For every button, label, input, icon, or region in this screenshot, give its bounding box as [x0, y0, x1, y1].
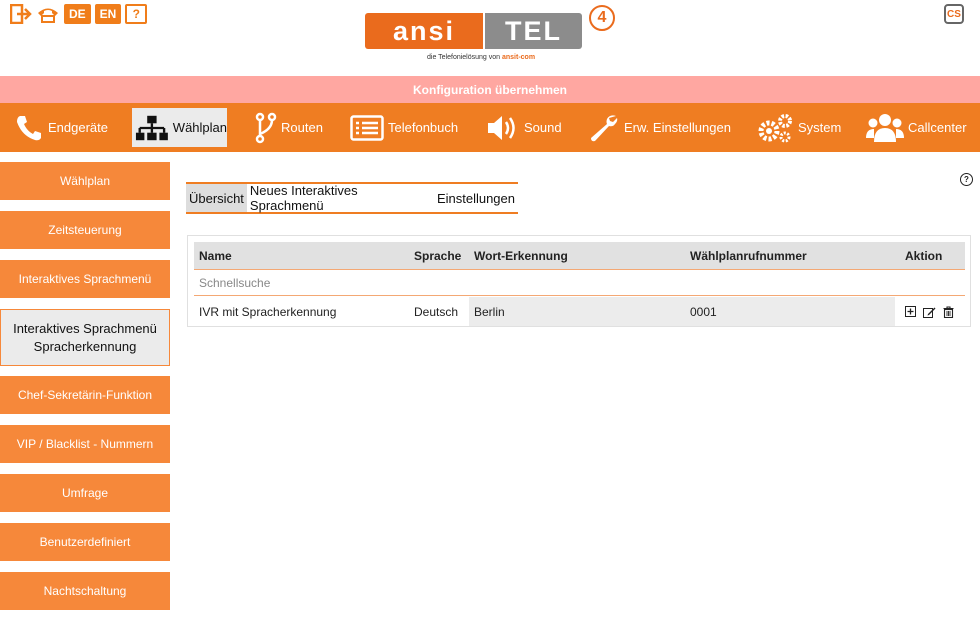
main-navbar: Endgeräte Wählplan Routen Telefonbuch So… [0, 103, 980, 152]
lang-en-label: EN [99, 7, 117, 21]
nav-item-label: Erw. Einstellungen [624, 120, 731, 135]
sidebar-item-nachtschaltung[interactable]: Nachtschaltung [0, 572, 170, 610]
nav-item-telefonbuch[interactable]: Telefonbuch [350, 108, 458, 147]
flag-en-icon[interactable]: EN [94, 4, 122, 24]
logo-tagline: die Telefonielösung von ansit-com [427, 54, 535, 61]
sidebar-item-label: Interaktives Sprachmenü [18, 272, 152, 286]
phone-hangup-icon[interactable] [36, 4, 60, 24]
logo-version: 4 [589, 5, 615, 31]
cs-icon[interactable]: CS [944, 4, 964, 24]
content-tabs: Übersicht Neues Interaktives Sprachmenü … [186, 182, 518, 214]
column-header-name[interactable]: Name [199, 242, 232, 269]
phone-icon [17, 115, 41, 140]
sidebar-item-label: VIP / Blacklist - Nummern [16, 437, 154, 451]
cell-sprache: Deutsch [414, 304, 459, 319]
lang-de-label: DE [69, 7, 86, 21]
gears-icon [758, 113, 792, 142]
quick-search-input[interactable]: Schnellsuche [194, 276, 270, 290]
table-header: Name Sprache Wort-Erkennung Wählplanrufn… [194, 242, 965, 270]
tab-label: Übersicht [189, 190, 244, 206]
nav-item-routen[interactable]: Routen [255, 108, 323, 147]
nav-item-label: Routen [281, 120, 323, 135]
column-header-waehlplanrufnummer[interactable]: Wählplanrufnummer [690, 242, 807, 269]
nav-item-label: Telefonbuch [388, 120, 459, 135]
ansitel-logo: ansi TEL 4 die Telefonielösung von ansit… [365, 5, 620, 70]
sidebar-item-label: Chef-Sekretärin-Funktion [17, 388, 153, 402]
nav-item-label: Wählplan [172, 120, 227, 135]
add-icon[interactable] [904, 305, 917, 318]
nav-item-callcenter[interactable]: Callcenter [866, 108, 967, 147]
phonebook-icon [350, 114, 384, 141]
sidebar-item-label: Zeitsteuerung [48, 223, 122, 237]
tab-label: Neues Interaktives Sprachmenü [249, 183, 358, 213]
quick-search-row: Schnellsuche [194, 270, 965, 296]
route-icon [255, 112, 277, 143]
tab-uebersicht[interactable]: Übersicht [186, 184, 247, 212]
sidebar-item-zeitsteuerung[interactable]: Zeitsteuerung [0, 211, 170, 249]
sidebar-item-label: Benutzerdefiniert [39, 535, 131, 549]
nav-item-label: Sound [524, 120, 562, 135]
sidebar-item-label: Nachtschaltung [43, 584, 127, 598]
sidebar-item-sprachmenue-spracherkennung[interactable]: Interaktives Sprachmenü Spracherkennung [0, 309, 170, 366]
cell-name: IVR mit Spracherkennung [199, 304, 337, 319]
sitemap-icon [135, 115, 168, 140]
logo-tagline-prefix: die Telefonielösung von [427, 54, 501, 61]
logo-part-tel: TEL [485, 13, 582, 49]
delete-icon[interactable] [942, 305, 955, 318]
table-row: IVR mit Spracherkennung Deutsch Berlin 0… [194, 297, 965, 326]
logo-tagline-brand: ansit-com [502, 54, 536, 61]
sidebar-item-label: Interaktives Sprachmenü Spracherkennung [13, 320, 157, 354]
logo-part-ansi: ansi [365, 13, 483, 49]
sidebar-item-vip-blacklist[interactable]: VIP / Blacklist - Nummern [0, 425, 170, 463]
sidebar-item-chef-sekretaerin[interactable]: Chef-Sekretärin-Funktion [0, 376, 170, 414]
top-icon-group: DE EN ? [10, 4, 148, 24]
sidebar-item-label: Wählplan [59, 174, 111, 188]
ivr-table: Name Sprache Wort-Erkennung Wählplanrufn… [187, 235, 971, 327]
help-icon[interactable]: ? [125, 4, 148, 24]
wrench-icon [591, 114, 618, 141]
row-actions [904, 297, 955, 326]
column-header-aktion: Aktion [905, 248, 943, 263]
speaker-icon [488, 115, 515, 140]
cell-waehlplanrufnummer: 0001 [685, 297, 895, 326]
tab-label: Einstellungen [436, 190, 515, 206]
column-header-sprache[interactable]: Sprache [414, 242, 461, 269]
apply-configuration-label: Konfiguration übernehmen [413, 82, 567, 97]
users-icon [866, 113, 904, 142]
nav-item-sound[interactable]: Sound [486, 108, 562, 147]
page-help-icon[interactable]: ? [960, 173, 973, 186]
sidebar-item-benutzerdefiniert[interactable]: Benutzerdefiniert [0, 523, 170, 561]
apply-configuration-button[interactable]: Konfiguration übernehmen [0, 76, 980, 103]
cs-label: CS [947, 8, 961, 20]
nav-item-endgeraete[interactable]: Endgeräte [14, 108, 108, 147]
sidebar-item-umfrage[interactable]: Umfrage [0, 474, 170, 512]
nav-item-label: Endgeräte [48, 120, 108, 135]
nav-item-label: Callcenter [908, 120, 967, 135]
nav-item-label: System [798, 120, 842, 135]
nav-item-erw-einstellungen[interactable]: Erw. Einstellungen [588, 108, 731, 147]
top-bar: DE EN ? ansi TEL 4 die Telefonielösung v… [0, 0, 980, 76]
sidebar-item-interaktives-sprachmenue[interactable]: Interaktives Sprachmenü [0, 260, 170, 298]
help-label: ? [132, 7, 141, 21]
edit-icon[interactable] [923, 305, 936, 318]
nav-item-system[interactable]: System [756, 108, 841, 147]
column-header-wort-erkennung[interactable]: Wort-Erkennung [474, 242, 568, 269]
flag-de-icon[interactable]: DE [64, 4, 91, 24]
sidebar-item-label: Umfrage [61, 486, 108, 500]
tab-einstellungen[interactable]: Einstellungen [434, 184, 518, 212]
cell-wort-erkennung: Berlin [469, 297, 685, 326]
logout-icon[interactable] [10, 4, 32, 24]
tab-neues-sprachmenue[interactable]: Neues Interaktives Sprachmenü [247, 183, 434, 213]
sidebar-item-waehlplan[interactable]: Wählplan [0, 162, 170, 200]
nav-item-waehlplan[interactable]: Wählplan [132, 108, 227, 147]
